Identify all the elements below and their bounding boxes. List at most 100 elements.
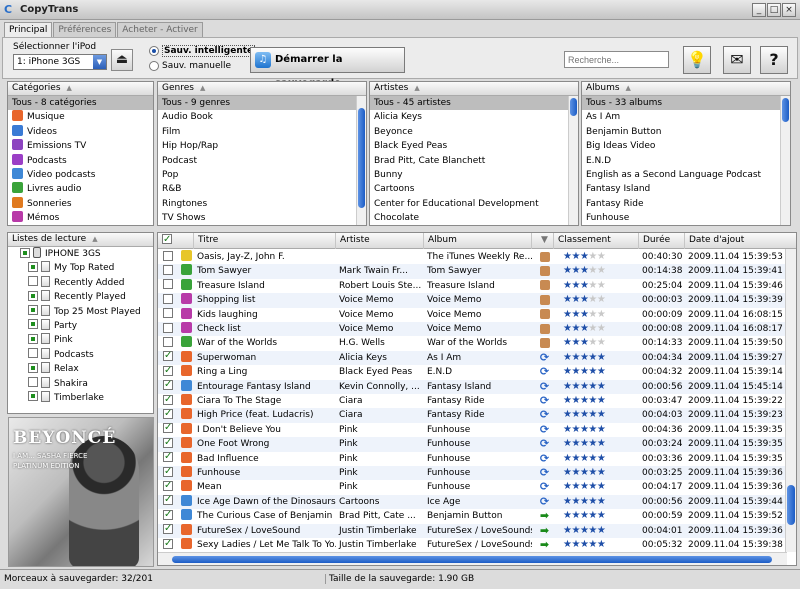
- row-checkbox[interactable]: [163, 293, 173, 304]
- playlist-checkbox[interactable]: [28, 305, 38, 316]
- help-button[interactable]: ?: [760, 46, 788, 74]
- manual-backup-radio[interactable]: Sauv. manuelle: [149, 61, 231, 71]
- tracks-vscrollbar[interactable]: [785, 249, 796, 552]
- playlist-item[interactable]: My Top Rated: [8, 261, 153, 275]
- star-icon[interactable]: ★: [588, 294, 597, 305]
- table-row[interactable]: The Curious Case of Benjamin B...Brad Pi…: [158, 509, 786, 523]
- row-checkbox[interactable]: [163, 365, 173, 378]
- star-icon[interactable]: ★: [597, 395, 606, 406]
- row-checkbox[interactable]: [163, 466, 173, 479]
- header-added[interactable]: Date d'ajout: [685, 233, 796, 249]
- star-icon[interactable]: ★: [571, 323, 580, 334]
- row-checkbox-cell[interactable]: [160, 480, 194, 494]
- star-icon[interactable]: ★: [597, 337, 606, 348]
- star-icon[interactable]: ★: [597, 280, 606, 291]
- star-icon[interactable]: ★: [588, 366, 597, 377]
- playlist-checkbox[interactable]: [28, 333, 38, 344]
- track-rating[interactable]: ★★★★★: [560, 308, 640, 322]
- track-rating[interactable]: ★★★★★: [560, 380, 640, 394]
- artists-scrollbar[interactable]: [568, 96, 578, 225]
- star-icon[interactable]: ★: [597, 251, 606, 262]
- row-checkbox-cell[interactable]: [160, 538, 194, 552]
- star-icon[interactable]: ★: [571, 366, 580, 377]
- star-icon[interactable]: ★: [597, 467, 606, 478]
- star-icon[interactable]: ★: [588, 381, 597, 392]
- genres-header[interactable]: Genres ▲: [158, 82, 366, 96]
- star-icon[interactable]: ★: [571, 438, 580, 449]
- playlists-header[interactable]: Listes de lecture ▲: [8, 233, 153, 247]
- row-checkbox-cell[interactable]: [160, 336, 194, 350]
- star-icon[interactable]: ★: [588, 409, 597, 420]
- row-checkbox-cell[interactable]: [160, 437, 194, 451]
- row-checkbox[interactable]: [163, 452, 173, 464]
- star-icon[interactable]: ★: [571, 539, 580, 550]
- table-row[interactable]: Sexy Ladies / Let Me Talk To Yo...Justin…: [158, 538, 786, 552]
- track-rating[interactable]: ★★★★★: [560, 408, 640, 422]
- category-item[interactable]: Tous - 8 catégories: [8, 96, 153, 111]
- table-row[interactable]: Mean Pink Funhouse 00:04:17 2009.11.04 15:39…: [158, 480, 786, 494]
- table-row[interactable]: Superwoman Alicia Keys As I Am 00:04:34 2009…: [158, 350, 786, 366]
- genre-item[interactable]: Ringtones: [158, 197, 366, 211]
- star-icon[interactable]: ★: [597, 323, 606, 334]
- track-rating[interactable]: ★★★★★: [560, 495, 640, 509]
- table-row[interactable]: FutureSex / LoveSound Justin Timberlake Fu…: [158, 523, 786, 538]
- star-icon[interactable]: ★: [597, 409, 606, 420]
- star-icon[interactable]: ★: [588, 337, 597, 348]
- row-checkbox[interactable]: [163, 279, 173, 290]
- row-checkbox-cell[interactable]: [160, 264, 194, 278]
- album-item[interactable]: As I Am: [582, 110, 790, 124]
- track-rating[interactable]: ★★★★★: [560, 264, 640, 278]
- playlist-item[interactable]: Recently Played: [8, 290, 153, 304]
- star-icon[interactable]: ★: [588, 453, 597, 464]
- smart-backup-radio[interactable]: Sauv. intelligente: [149, 45, 256, 57]
- row-checkbox-cell[interactable]: [160, 365, 194, 379]
- genre-item[interactable]: Tous - 9 genres: [158, 96, 366, 111]
- table-row[interactable]: War of the Worlds H.G. Wells War of the Wo…: [158, 336, 786, 350]
- star-icon[interactable]: ★: [588, 424, 597, 435]
- genre-item[interactable]: Hip Hop/Rap: [158, 139, 366, 153]
- artist-item[interactable]: Cartoons: [370, 182, 578, 196]
- row-checkbox[interactable]: [163, 480, 173, 493]
- playlist-item[interactable]: Shakira: [8, 376, 153, 391]
- track-rating[interactable]: ★★★★★: [560, 437, 640, 451]
- star-icon[interactable]: ★: [588, 251, 597, 262]
- table-row[interactable]: High Price (feat. Ludacris) Ciara Fantasy …: [158, 408, 786, 423]
- table-row[interactable]: Tom Sawyer Mark Twain Fr... Tom Sawyer 00:1…: [158, 264, 786, 279]
- playlist-checkbox[interactable]: [28, 348, 38, 359]
- categories-header[interactable]: Catégories ▲: [8, 82, 153, 96]
- genre-item[interactable]: TV Shows: [158, 211, 366, 225]
- albums-header[interactable]: Albums ▲: [582, 82, 790, 96]
- star-icon[interactable]: ★: [597, 352, 606, 363]
- star-icon[interactable]: ★: [571, 453, 580, 464]
- track-rating[interactable]: ★★★★★: [560, 480, 640, 494]
- close-button[interactable]: ×: [782, 3, 796, 17]
- row-checkbox[interactable]: [163, 538, 173, 551]
- album-item[interactable]: English as a Second Language Podcast: [582, 168, 790, 182]
- table-row[interactable]: Ciara To The Stage Ciara Fantasy Ride 00:03…: [158, 394, 786, 408]
- genre-item[interactable]: Film: [158, 125, 366, 139]
- playlist-checkbox[interactable]: [28, 261, 38, 272]
- star-icon[interactable]: ★: [588, 510, 597, 521]
- row-checkbox[interactable]: [163, 394, 173, 407]
- header-duration[interactable]: Durée: [639, 233, 685, 249]
- star-icon[interactable]: ★: [597, 381, 606, 392]
- track-rating[interactable]: ★★★★★: [560, 351, 640, 365]
- star-icon[interactable]: ★: [597, 525, 606, 536]
- row-checkbox[interactable]: [163, 351, 173, 364]
- star-icon[interactable]: ★: [571, 251, 580, 262]
- track-rating[interactable]: ★★★★★: [560, 279, 640, 293]
- tab-principal[interactable]: Principal: [4, 22, 53, 37]
- mail-button[interactable]: ✉: [723, 46, 751, 74]
- star-icon[interactable]: ★: [597, 294, 606, 305]
- star-icon[interactable]: ★: [588, 280, 597, 291]
- header-check-column[interactable]: [158, 233, 194, 249]
- star-icon[interactable]: ★: [571, 381, 580, 392]
- table-row[interactable]: One Foot Wrong Pink Funhouse 00:03:24 2009.1…: [158, 437, 786, 452]
- star-icon[interactable]: ★: [588, 438, 597, 449]
- start-backup-button[interactable]: ♫ Démarrer la sauvegarde: [250, 47, 405, 89]
- star-icon[interactable]: ★: [597, 424, 606, 435]
- row-checkbox-cell[interactable]: [160, 523, 194, 538]
- artist-item[interactable]: Black Eyed Peas: [370, 139, 578, 153]
- track-rating[interactable]: ★★★★★: [560, 250, 640, 264]
- select-all-checkbox[interactable]: [162, 233, 172, 247]
